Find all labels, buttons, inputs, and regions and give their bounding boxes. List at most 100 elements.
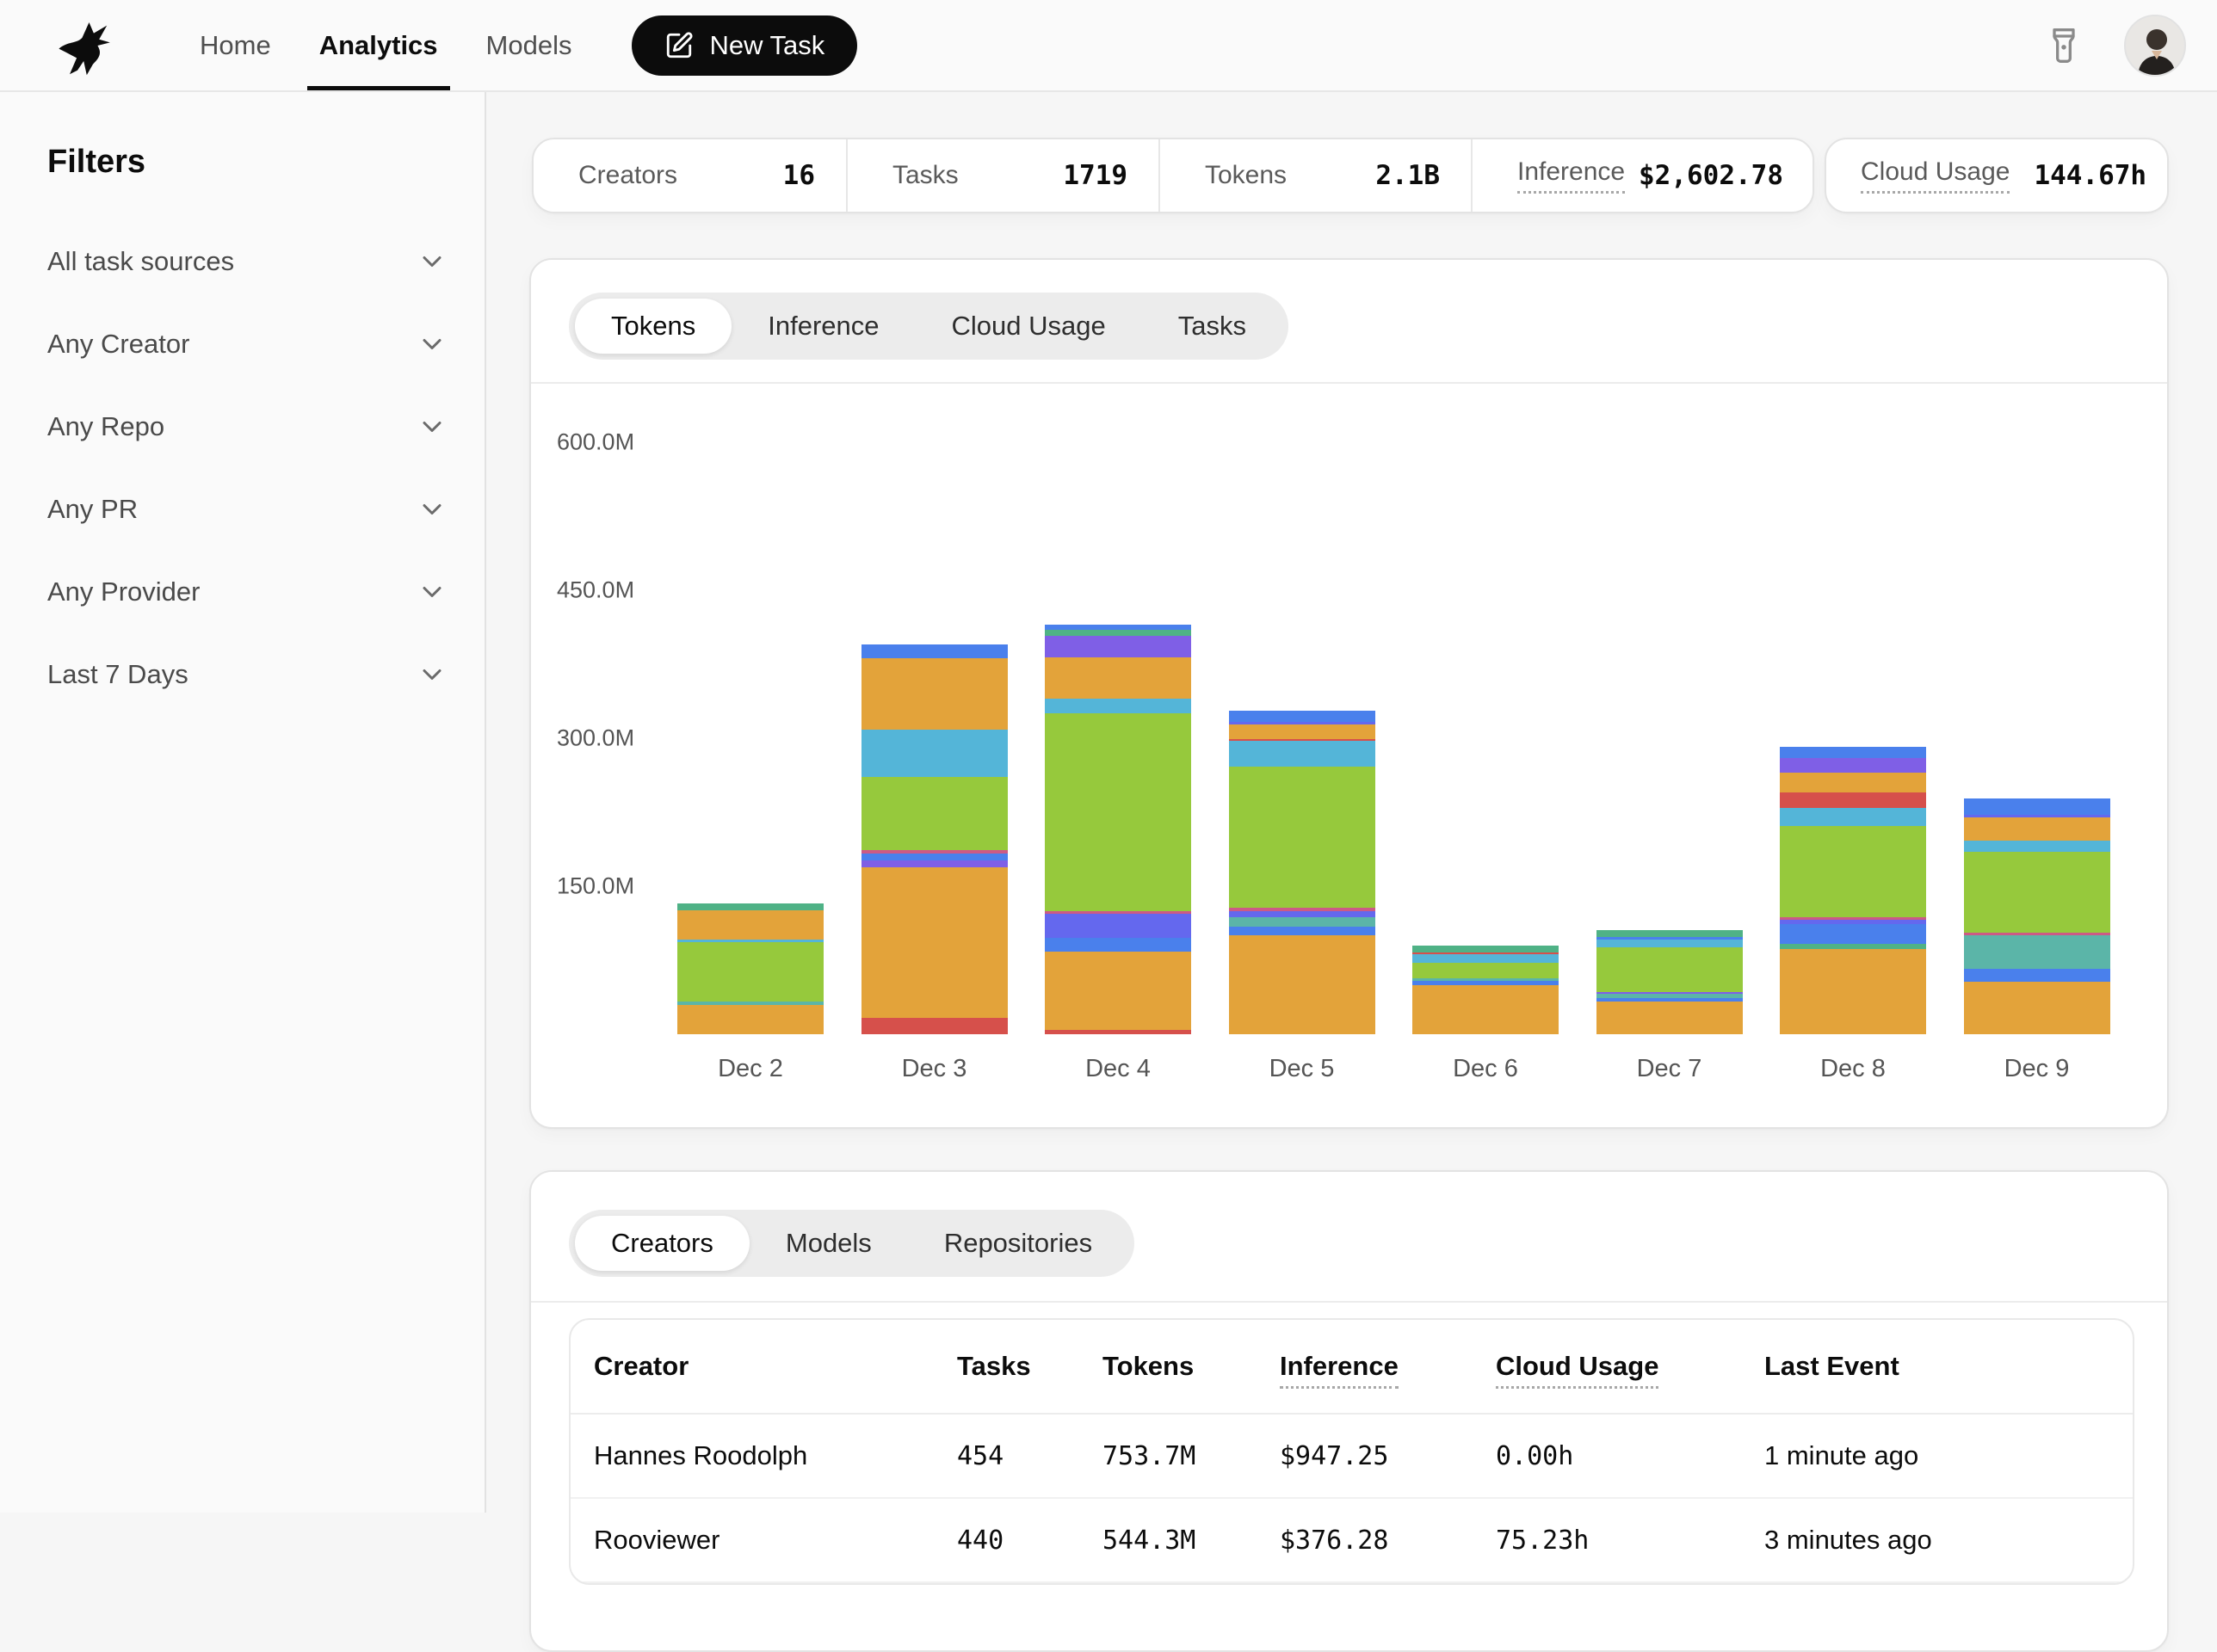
column-header-last-event: Last Event xyxy=(1764,1351,1899,1382)
stat-value: 16 xyxy=(783,160,815,191)
chevron-down-icon xyxy=(417,576,448,607)
stat-tasks: Tasks1719 xyxy=(846,139,1158,212)
bar-segment-orange xyxy=(1964,817,2110,841)
bar-dec-9[interactable] xyxy=(1964,798,2110,1034)
stat-inference[interactable]: Inference $2,602.78 xyxy=(1471,139,1814,212)
chart-tab-cloud-usage[interactable]: Cloud Usage xyxy=(916,299,1142,354)
x-axis-label-dec-7: Dec 7 xyxy=(1596,1055,1743,1083)
breakdown-tab-models[interactable]: Models xyxy=(750,1216,908,1271)
bar-segment-emerald xyxy=(1412,946,1559,952)
nav-item-home[interactable]: Home xyxy=(176,0,295,90)
bar-segment-orange xyxy=(1412,985,1559,1034)
bar-segment-red xyxy=(1780,792,1926,808)
filter-dropdown-any-repo[interactable]: Any Repo xyxy=(47,385,448,468)
cell-cloud-usage: 0.00h xyxy=(1496,1441,1764,1471)
bar-segment-blue xyxy=(1229,927,1375,935)
breakdown-tab-repositories[interactable]: Repositories xyxy=(908,1216,1128,1271)
bar-dec-5[interactable] xyxy=(1229,711,1375,1034)
stats-bar-cloud-usage: Cloud Usage144.67h xyxy=(1825,138,2169,213)
chart-tab-inference[interactable]: Inference xyxy=(732,299,915,354)
bar-segment-teal xyxy=(1229,917,1375,927)
chart-tab-tasks[interactable]: Tasks xyxy=(1142,299,1282,354)
new-task-label: New Task xyxy=(709,30,824,61)
bar-segment-blue xyxy=(1045,938,1191,952)
nav-item-models[interactable]: Models xyxy=(462,0,596,90)
filter-dropdown-last-7-days[interactable]: Last 7 Days xyxy=(47,633,448,716)
y-axis-tick-600.0M: 600.0M xyxy=(531,429,652,456)
bar-segment-cyan xyxy=(1780,808,1926,826)
bar-segment-violet xyxy=(861,860,1008,867)
stat-value: $2,602.78 xyxy=(1639,160,1783,191)
x-axis-label-dec-8: Dec 8 xyxy=(1780,1055,1926,1083)
bar-segment-orange xyxy=(677,910,824,940)
bar-segment-orange xyxy=(1045,952,1191,1031)
bar-segment-indigo xyxy=(1045,914,1191,938)
kangaroo-logo[interactable] xyxy=(52,13,134,78)
cell-tokens: 753.7M xyxy=(1102,1441,1280,1471)
bar-segment-emerald xyxy=(677,903,824,910)
bar-dec-2[interactable] xyxy=(677,903,824,1034)
chevron-down-icon xyxy=(417,411,448,442)
chart-tab-tokens[interactable]: Tokens xyxy=(575,299,732,354)
stat-label: Inference xyxy=(1517,157,1625,194)
column-header-tasks: Tasks xyxy=(957,1351,1031,1382)
filter-label: All task sources xyxy=(47,246,234,277)
bar-dec-7[interactable] xyxy=(1596,930,1743,1034)
flashlight-icon[interactable] xyxy=(2045,23,2084,68)
filter-dropdown-any-pr[interactable]: Any PR xyxy=(47,468,448,551)
bar-segment-orange xyxy=(1596,1002,1743,1034)
bar-segment-cyan xyxy=(1229,741,1375,767)
stats-bar-main: Creators 16 Tasks1719 Tokens 2.1B Inference $2… xyxy=(532,138,1814,213)
bar-segment-cyan xyxy=(861,730,1008,777)
bar-segment-orange xyxy=(1780,949,1926,1034)
column-header-creator: Creator xyxy=(594,1351,689,1382)
stat-value: 2.1B xyxy=(1375,160,1440,191)
bar-segment-green xyxy=(1964,852,2110,933)
bar-dec-8[interactable] xyxy=(1780,747,1926,1034)
bar-segment-blue xyxy=(1964,798,2110,815)
table-header-row: CreatorTasksTokensInferenceCloud UsageLa… xyxy=(571,1320,2133,1415)
cell-creator: Hannes Roodolph xyxy=(594,1440,957,1471)
bar-segment-red xyxy=(1045,1030,1191,1034)
chart-divider xyxy=(531,382,2167,384)
avatar[interactable] xyxy=(2124,15,2186,77)
cell-cloud-usage: 75.23h xyxy=(1496,1526,1764,1556)
chevron-down-icon xyxy=(417,329,448,360)
cell-last-event: 3 minutes ago xyxy=(1764,1525,2133,1556)
table-body: Hannes Roodolph454753.7M$947.250.00h1 mi… xyxy=(571,1415,2133,1583)
bar-segment-blue xyxy=(861,644,1008,658)
breakdown-tab-creators[interactable]: Creators xyxy=(575,1216,750,1271)
x-axis-label-dec-6: Dec 6 xyxy=(1412,1055,1559,1083)
edit-icon xyxy=(664,31,694,60)
filters-title: Filters xyxy=(47,144,485,181)
filter-label: Any Repo xyxy=(47,411,164,442)
filter-dropdown-any-provider[interactable]: Any Provider xyxy=(47,551,448,633)
bar-segment-orange xyxy=(1045,657,1191,699)
filter-dropdown-any-creator[interactable]: Any Creator xyxy=(47,303,448,385)
bar-dec-6[interactable] xyxy=(1412,946,1559,1034)
table-row-rooviewer[interactable]: Rooviewer440544.3M$376.2875.23h3 minutes… xyxy=(571,1499,2133,1583)
column-header-cloud-usage[interactable]: Cloud Usage xyxy=(1496,1351,1658,1382)
bar-segment-emerald xyxy=(1045,630,1191,636)
bar-segment-blue xyxy=(1229,711,1375,722)
chevron-down-icon xyxy=(417,246,448,277)
bar-segment-orange xyxy=(1964,982,2110,1034)
stat-cloud-usage[interactable]: Cloud Usage144.67h xyxy=(1826,139,2167,212)
bar-segment-cyan xyxy=(1412,954,1559,963)
new-task-button[interactable]: New Task xyxy=(632,15,857,76)
bar-dec-4[interactable] xyxy=(1045,625,1191,1034)
breakdown-tabs: CreatorsModelsRepositories xyxy=(569,1210,1134,1277)
stat-label: Creators xyxy=(578,161,677,190)
stat-tokens: Tokens 2.1B xyxy=(1158,139,1471,212)
bar-segment-cyan xyxy=(1596,940,1743,947)
x-axis-label-dec-3: Dec 3 xyxy=(861,1055,1008,1083)
stat-label: Tokens xyxy=(1205,161,1287,190)
nav-item-analytics[interactable]: Analytics xyxy=(295,0,462,90)
column-header-inference[interactable]: Inference xyxy=(1280,1351,1399,1382)
x-axis-label-dec-5: Dec 5 xyxy=(1229,1055,1375,1083)
bar-dec-3[interactable] xyxy=(861,644,1008,1034)
table-row-hannes-roodolph[interactable]: Hannes Roodolph454753.7M$947.250.00h1 mi… xyxy=(571,1415,2133,1499)
cell-last-event: 1 minute ago xyxy=(1764,1440,2133,1471)
filter-dropdown-all-task-sources[interactable]: All task sources xyxy=(47,220,448,303)
stat-label: Cloud Usage xyxy=(1861,157,2010,194)
